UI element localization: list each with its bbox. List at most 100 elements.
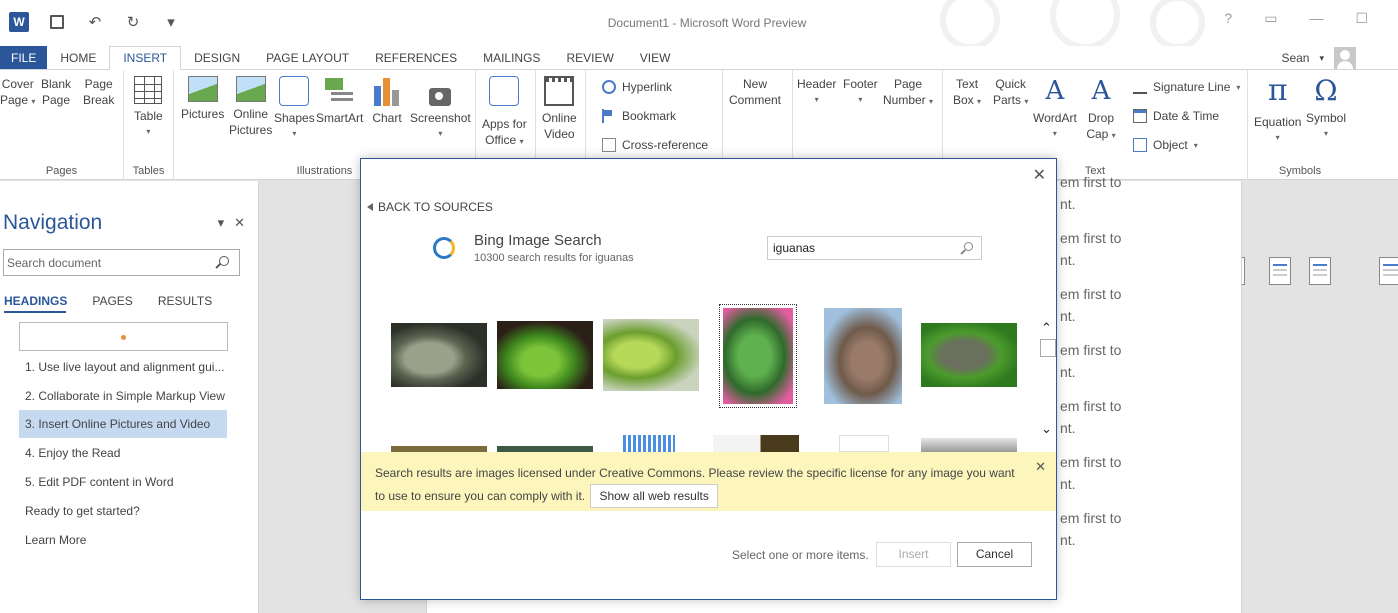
chevron-down-icon: ▾ xyxy=(438,129,443,138)
tab-insert[interactable]: INSERT xyxy=(109,46,182,70)
date-time-button[interactable]: Date & Time xyxy=(1133,109,1219,123)
scrollbar-thumb[interactable] xyxy=(1040,339,1056,357)
nav-heading-item-selected[interactable]: 3. Insert Online Pictures and Video xyxy=(19,410,227,438)
group-label: Symbols xyxy=(1278,165,1322,177)
apps-label: Apps for xyxy=(482,117,527,131)
new-comment-button[interactable]: New Comment xyxy=(729,76,1181,285)
group-label: Pages xyxy=(45,165,78,177)
blank-page-button[interactable]: Blank Page xyxy=(41,76,489,285)
back-to-sources-link[interactable]: BACK TO SOURCES xyxy=(367,200,493,214)
tab-view[interactable]: VIEW xyxy=(627,46,684,70)
online-pictures-button[interactable]: Online Pictures xyxy=(229,76,272,138)
image-search xyxy=(767,236,982,260)
bookmark-button[interactable]: Bookmark xyxy=(602,109,676,123)
apps-for-office-button[interactable]: Apps for Office ▾ xyxy=(482,76,527,150)
document-text-line: em first to xyxy=(1060,510,1122,526)
nav-heading-item[interactable]: 2. Collaborate in Simple Markup View xyxy=(19,382,227,410)
image-thumbnail[interactable] xyxy=(839,435,889,452)
signature-line-button[interactable]: Signature Line ▾ xyxy=(1133,80,1240,94)
source-title: Bing Image Search xyxy=(474,232,602,249)
object-label: Object xyxy=(1153,138,1188,152)
nav-heading-item[interactable]: Ready to get started? xyxy=(19,497,227,525)
image-search-input[interactable] xyxy=(768,237,948,259)
nav-heading-item[interactable]: 1. Use live layout and alignment gui... xyxy=(19,353,227,381)
header-button[interactable]: Header ▾ xyxy=(797,76,1245,285)
tab-pages[interactable]: PAGES xyxy=(92,294,132,308)
online-video-button[interactable]: Online Video xyxy=(542,76,577,142)
text-box-button[interactable]: Text Box ▾ xyxy=(953,76,1398,285)
chevron-down-icon: ▾ xyxy=(858,95,863,104)
image-thumbnail[interactable] xyxy=(391,323,487,387)
chevron-down-icon[interactable]: ▾ xyxy=(218,215,225,231)
tab-references[interactable]: REFERENCES xyxy=(362,46,470,70)
cross-reference-button[interactable]: Cross-reference xyxy=(602,138,708,152)
cross-reference-icon xyxy=(602,138,616,152)
ribbon-display-button[interactable]: ▭ xyxy=(1264,10,1277,27)
image-thumbnail[interactable] xyxy=(824,308,902,404)
search-document-input[interactable] xyxy=(4,250,204,275)
hyperlink-button[interactable]: Hyperlink xyxy=(602,80,672,94)
image-thumbnail[interactable] xyxy=(623,435,675,452)
cancel-button[interactable]: Cancel xyxy=(957,542,1032,567)
chevron-down-icon: ▾ xyxy=(1236,82,1241,92)
object-button[interactable]: Object ▾ xyxy=(1133,138,1198,152)
search-icon[interactable] xyxy=(964,242,973,251)
cover-page-label-2: Page ▾ xyxy=(0,93,36,107)
page-break-button[interactable]: Page Break xyxy=(83,76,531,285)
image-thumbnail[interactable] xyxy=(497,321,593,389)
insert-button[interactable]: Insert xyxy=(876,542,951,567)
image-thumbnail[interactable] xyxy=(921,323,1017,387)
tab-review[interactable]: REVIEW xyxy=(553,46,626,70)
equation-button[interactable]: π Equation ▾ xyxy=(1254,76,1301,146)
page-number-button[interactable]: Page Number ▾ xyxy=(883,76,1331,285)
symbol-button[interactable]: Ω Symbol ▾ xyxy=(1306,76,1346,142)
text-box-label: Text xyxy=(956,77,979,91)
user-account[interactable]: Sean ▾ xyxy=(1281,46,1356,70)
chart-button[interactable]: Chart xyxy=(372,76,402,126)
image-thumbnail[interactable] xyxy=(921,438,1017,452)
selection-status: Select one or more items. xyxy=(732,548,869,562)
image-thumbnail[interactable] xyxy=(713,435,799,452)
pictures-label: Pictures xyxy=(181,107,225,121)
tab-home[interactable]: HOME xyxy=(47,46,109,70)
pictures-button[interactable]: Pictures xyxy=(181,76,224,122)
chevron-down-icon: ▾ xyxy=(1319,52,1324,63)
wordart-button[interactable]: A WordArt ▾ xyxy=(1033,76,1077,142)
maximize-button[interactable]: ☐ xyxy=(1355,10,1368,27)
header-label: Header xyxy=(797,77,837,91)
drop-cap-button[interactable]: A Drop Cap ▾ xyxy=(1086,76,1116,144)
window-title: Document1 - Microsoft Word Preview xyxy=(607,16,807,30)
tab-file[interactable]: FILE xyxy=(0,46,48,70)
footer-button[interactable]: Footer ▾ xyxy=(843,76,1291,285)
search-icon[interactable] xyxy=(219,256,229,266)
wordart-label: WordArt xyxy=(1033,111,1077,125)
nav-heading-item[interactable]: Learn More xyxy=(19,526,227,554)
tab-mailings[interactable]: MAILINGS xyxy=(470,46,553,70)
scroll-up-icon[interactable]: ⌃ xyxy=(1041,321,1055,334)
minimize-button[interactable]: — xyxy=(1309,10,1323,27)
shapes-button[interactable]: Shapes ▾ xyxy=(274,76,315,142)
image-thumbnail[interactable] xyxy=(603,319,699,391)
chevron-down-icon: ▾ xyxy=(1275,133,1280,142)
screenshot-button[interactable]: Screenshot ▾ xyxy=(410,76,471,142)
show-all-web-results-button[interactable]: Show all web results xyxy=(590,484,718,508)
close-icon[interactable]: ✕ xyxy=(234,215,245,231)
nav-heading-item[interactable]: 4. Enjoy the Read xyxy=(19,439,227,467)
tab-headings[interactable]: HEADINGS xyxy=(4,294,67,308)
cover-page-button[interactable]: Cover Page ▾ xyxy=(0,76,448,285)
close-icon[interactable]: ✕ xyxy=(1033,165,1046,185)
new-comment-label: New xyxy=(743,77,768,91)
help-button[interactable]: ? xyxy=(1224,10,1232,27)
chevron-down-icon: ▾ xyxy=(814,95,819,104)
tab-page-layout[interactable]: PAGE LAYOUT xyxy=(253,46,362,70)
tab-design[interactable]: DESIGN xyxy=(181,46,253,70)
tab-results[interactable]: RESULTS xyxy=(158,294,212,308)
nav-heading-item[interactable]: 5. Edit PDF content in Word xyxy=(19,468,227,496)
scroll-down-icon[interactable]: ⌄ xyxy=(1041,422,1055,435)
table-button[interactable]: Table ▾ xyxy=(134,76,163,140)
smartart-button[interactable]: SmartArt xyxy=(316,76,363,126)
close-icon[interactable]: ✕ xyxy=(1035,459,1046,475)
quick-parts-button[interactable]: Quick Parts ▾ xyxy=(993,76,1028,110)
image-thumbnail-selected[interactable] xyxy=(719,304,797,408)
heading-insertion-box[interactable] xyxy=(19,322,228,351)
